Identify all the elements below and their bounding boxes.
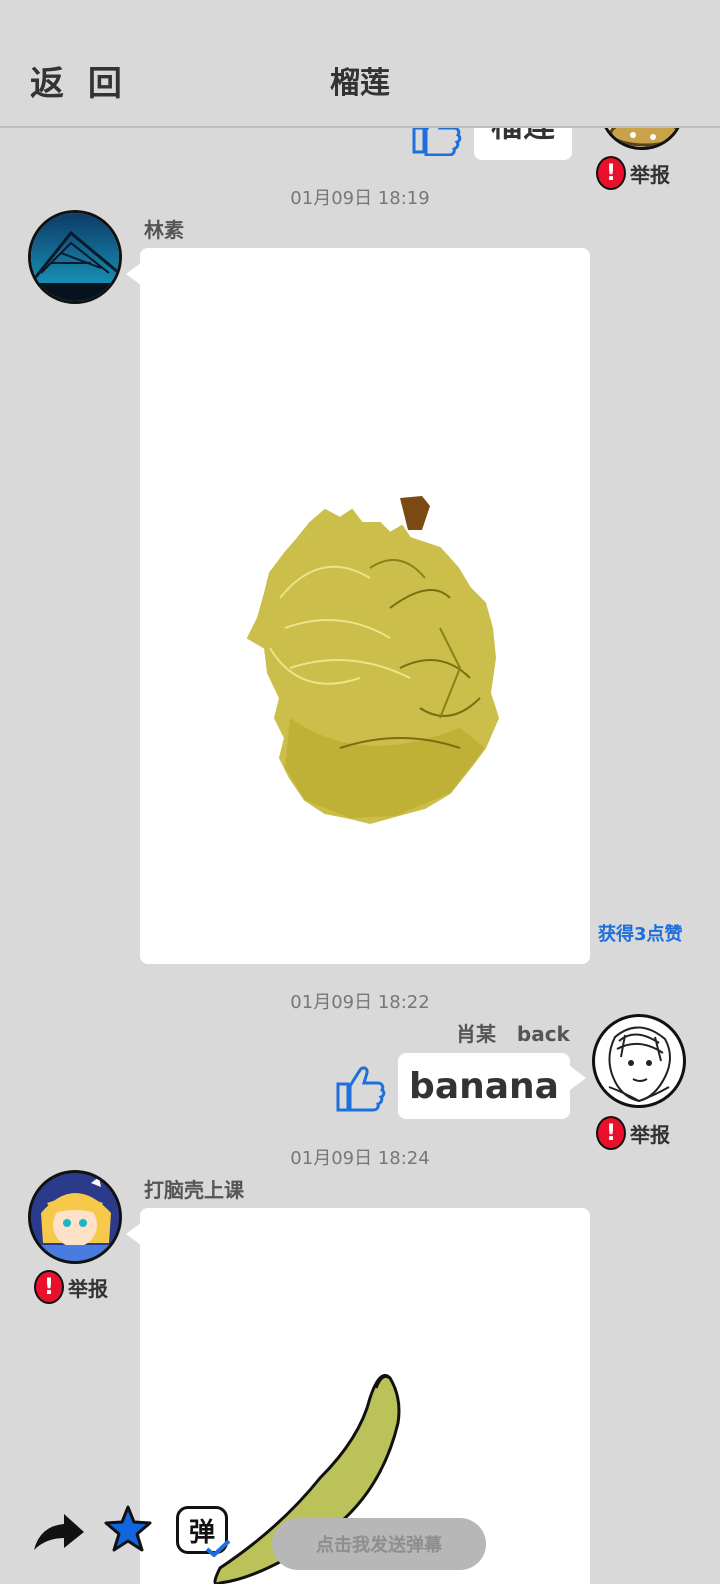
- danmaku-placeholder: 点击我发送弹幕: [316, 1535, 442, 1556]
- report-label: 举报: [68, 1276, 108, 1301]
- message-timestamp: 01月09日 18:19: [290, 188, 430, 209]
- avatar[interactable]: [28, 210, 122, 304]
- author-name: 打脑壳上课: [144, 1178, 244, 1202]
- drawing-card[interactable]: [140, 248, 590, 964]
- star-icon[interactable]: [102, 1504, 154, 1554]
- avatar[interactable]: [592, 1014, 686, 1108]
- check-icon: [205, 1539, 231, 1557]
- avatar[interactable]: [28, 1170, 122, 1264]
- guess-bubble: banana: [398, 1053, 570, 1119]
- app-header: 返 回 榴莲: [0, 0, 720, 128]
- page-title: 榴莲: [330, 66, 390, 101]
- exclamation-icon: !: [34, 1270, 64, 1304]
- author-name: 肖某 back: [456, 1022, 570, 1046]
- message-timestamp: 01月09日 18:22: [290, 992, 430, 1013]
- danmaku-toggle-icon[interactable]: 弹: [176, 1506, 231, 1557]
- share-arrow-icon[interactable]: [30, 1510, 86, 1554]
- author-name: 林素: [144, 218, 184, 242]
- bubble-tail: [570, 1066, 586, 1090]
- durian-drawing: [246, 496, 500, 825]
- message-timestamp: 01月09日 18:24: [290, 1148, 430, 1169]
- guess-text: banana: [409, 1065, 559, 1107]
- thumbs-up-icon[interactable]: [334, 1060, 388, 1114]
- likes-count[interactable]: 获得3点赞: [598, 920, 683, 946]
- danmaku-input[interactable]: 点击我发送弹幕: [272, 1518, 486, 1570]
- report-button[interactable]: ! 举报: [34, 1270, 108, 1304]
- message-feed[interactable]: 榴莲 ! 举报 01月09日 18:19: [0, 0, 720, 1584]
